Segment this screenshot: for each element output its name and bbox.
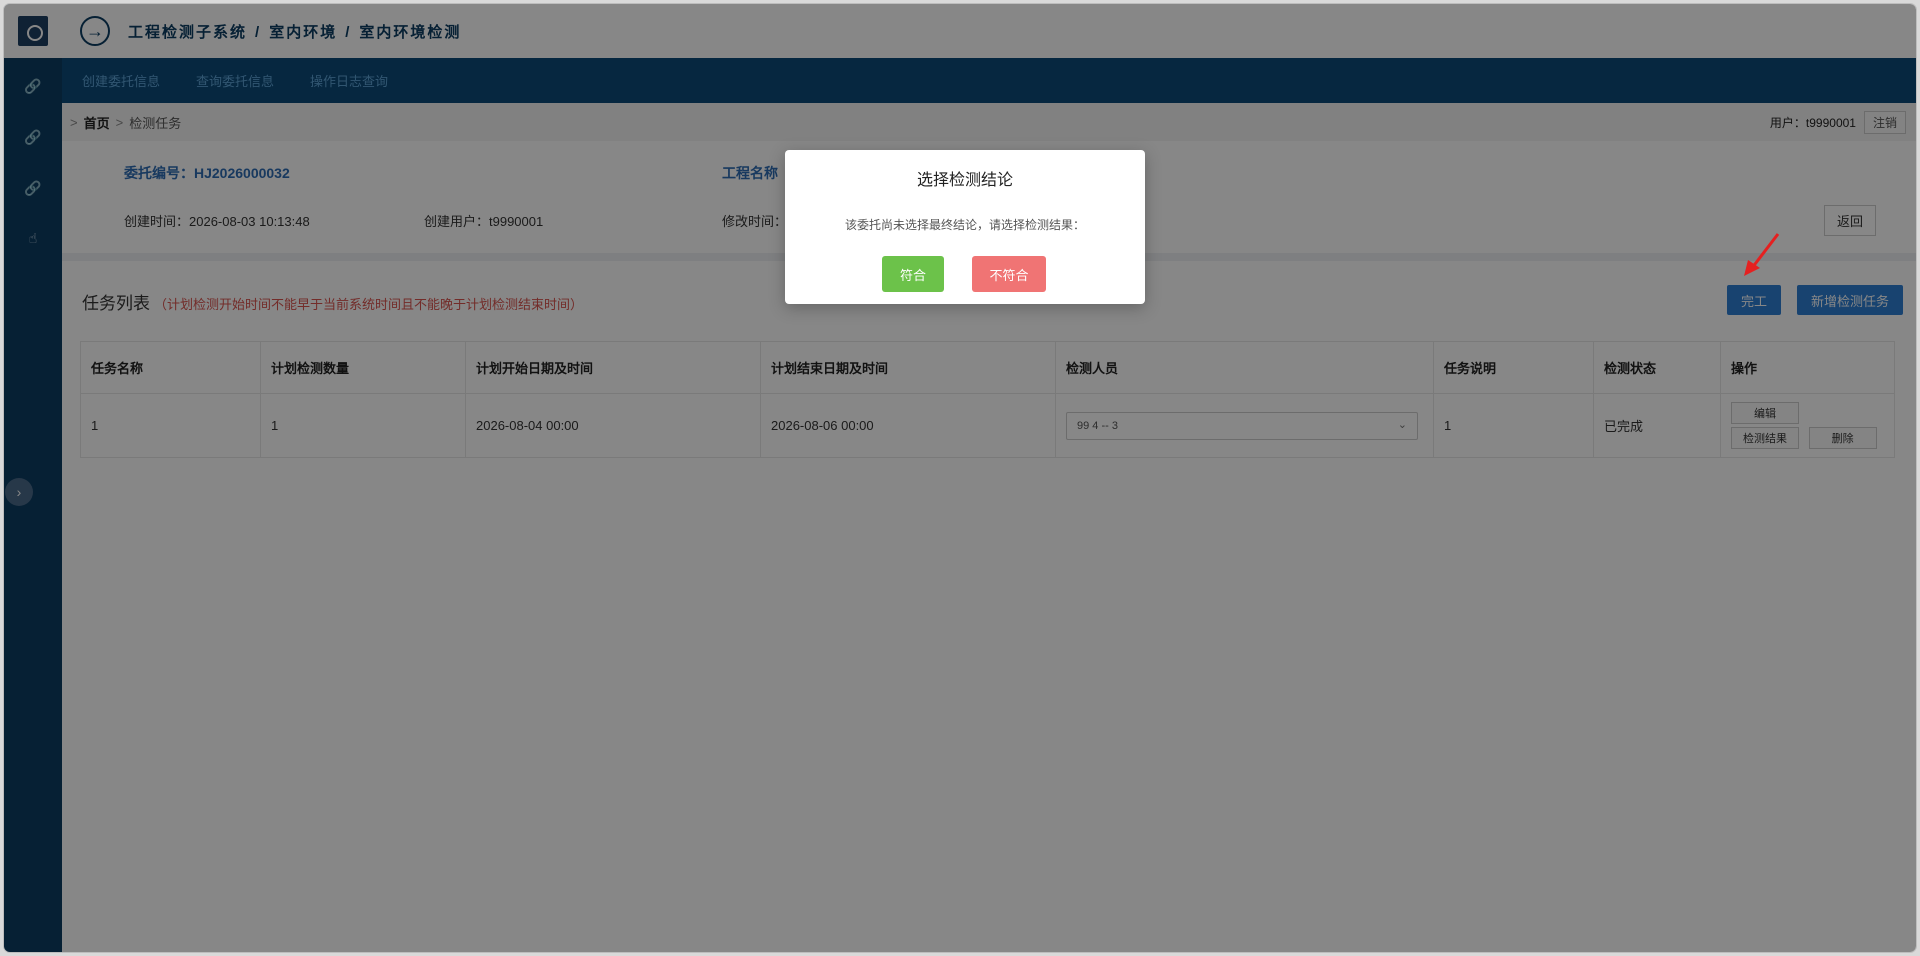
modal-backdrop[interactable] [4,4,1916,952]
fail-button[interactable]: 不符合 [972,256,1046,292]
dialog-message: 该委托尚未选择最终结论，请选择检测结果： [844,218,1085,232]
pass-button[interactable]: 符合 [882,256,944,292]
dialog-title: 选择检测结论 [916,172,1013,189]
app-window: 🔗 🔗 🔗 ☝ › → 工程检测子系统 / 室内环境 / 室内环境检测 创建委托信息 查… [4,4,1916,952]
conclusion-dialog: 选择检测结论 该委托尚未选择最终结论，请选择检测结果： 符合 不符合 [785,150,1145,304]
annotation-arrow-icon [1744,233,1780,276]
